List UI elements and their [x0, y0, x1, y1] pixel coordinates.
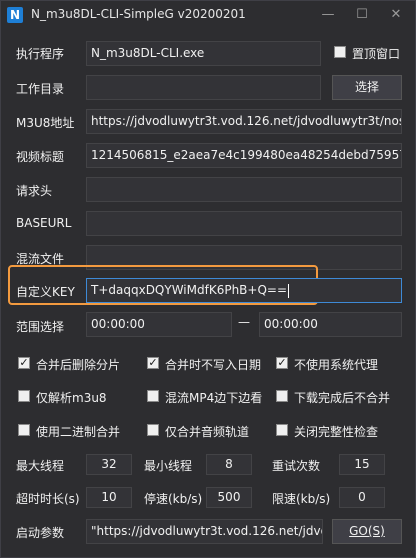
- no-integrity-label: 关闭完整性检查: [294, 425, 379, 439]
- baseurl-field[interactable]: [86, 211, 402, 236]
- audio-only-box[interactable]: [147, 424, 159, 436]
- delete-parts-check-icon[interactable]: ✓: [18, 357, 30, 369]
- min-threads-label: 最小线程: [144, 459, 193, 473]
- max-threads-label: 最大线程: [16, 459, 65, 473]
- workdir-field[interactable]: [86, 75, 321, 100]
- parse-only-label: 仅解析m3u8: [36, 391, 107, 405]
- range-start-field[interactable]: 00:00:00: [86, 312, 232, 337]
- max-threads-field[interactable]: 32: [86, 454, 132, 475]
- binary-merge-label: 使用二进制合并: [36, 425, 121, 439]
- exe-field[interactable]: N_m3u8DL-CLI.exe: [86, 41, 321, 66]
- delete-parts-label: 合并后删除分片: [36, 358, 121, 372]
- audio-only-label: 仅合并音频轨道: [165, 425, 250, 439]
- range-label: 范围选择: [16, 320, 65, 334]
- close-button[interactable]: ✕: [379, 3, 413, 27]
- title-field[interactable]: 1214506815_e2aea7e4c199480ea48254debd759…: [86, 143, 402, 168]
- binary-merge-box[interactable]: [18, 424, 30, 436]
- baseurl-label: BASEURL: [16, 216, 72, 230]
- workdir-label: 工作目录: [16, 82, 65, 96]
- no-date-label: 合并时不写入日期: [165, 358, 262, 372]
- topmost-checkbox-box[interactable]: [334, 46, 346, 58]
- launch-label: 启动参数: [16, 526, 65, 540]
- app-window: N N_m3u8DL-CLI-SimpleG v20200201 — ☐ ✕ 执…: [0, 0, 416, 558]
- custom-key-value: T+daqqxDQYWiMdfK6PhB+Q==: [91, 283, 288, 297]
- maximize-button[interactable]: ☐: [345, 3, 379, 27]
- retry-label: 重试次数: [272, 459, 321, 473]
- range-end-field[interactable]: 00:00:00: [259, 312, 402, 337]
- header-label: 请求头: [16, 184, 53, 198]
- limit-speed-label: 限速(kb/s): [272, 492, 331, 506]
- window-title: N_m3u8DL-CLI-SimpleG v20200201: [31, 7, 246, 21]
- key-label: 自定义KEY: [16, 285, 75, 299]
- title-bar[interactable]: N N_m3u8DL-CLI-SimpleG v20200201 — ☐ ✕: [1, 1, 415, 29]
- exe-label: 执行程序: [16, 47, 65, 61]
- no-date-check-icon[interactable]: ✓: [147, 357, 159, 369]
- no-merge-box[interactable]: [276, 390, 288, 402]
- range-dash: —: [238, 315, 250, 329]
- url-label: M3U8地址: [16, 116, 75, 130]
- text-cursor: [288, 283, 290, 298]
- no-proxy-check-icon[interactable]: ✓: [276, 357, 288, 369]
- no-merge-label: 下载完成后不合并: [294, 391, 391, 405]
- no-integrity-box[interactable]: [276, 424, 288, 436]
- retry-field[interactable]: 15: [339, 454, 385, 475]
- limit-speed-field[interactable]: 0: [339, 487, 385, 508]
- header-field[interactable]: [86, 177, 402, 202]
- launch-params-field[interactable]: "https://jdvodluwytr3t.vod.126.net/jdvo: [86, 519, 323, 544]
- app-icon: N: [7, 7, 23, 23]
- topmost-label: 置顶窗口: [352, 47, 401, 61]
- minimize-button[interactable]: —: [311, 3, 345, 27]
- custom-key-field[interactable]: T+daqqxDQYWiMdfK6PhB+Q==: [86, 278, 402, 303]
- min-threads-field[interactable]: 8: [206, 454, 252, 475]
- parse-only-box[interactable]: [18, 390, 30, 402]
- stop-speed-label: 停速(kb/s): [144, 492, 203, 506]
- title-label: 视频标题: [16, 150, 65, 164]
- mux-while-download-box[interactable]: [147, 390, 159, 402]
- timeout-field[interactable]: 10: [86, 487, 132, 508]
- url-field[interactable]: https://jdvodluwytr3t.vod.126.net/jdvodl…: [86, 109, 402, 134]
- timeout-label: 超时时长(s): [16, 492, 80, 506]
- stop-speed-field[interactable]: 500: [206, 487, 252, 508]
- no-proxy-label: 不使用系统代理: [294, 358, 379, 372]
- go-button[interactable]: GO(S): [332, 519, 402, 544]
- choose-button[interactable]: 选择: [332, 75, 402, 100]
- mux-while-download-label: 混流MP4边下边看: [165, 391, 263, 405]
